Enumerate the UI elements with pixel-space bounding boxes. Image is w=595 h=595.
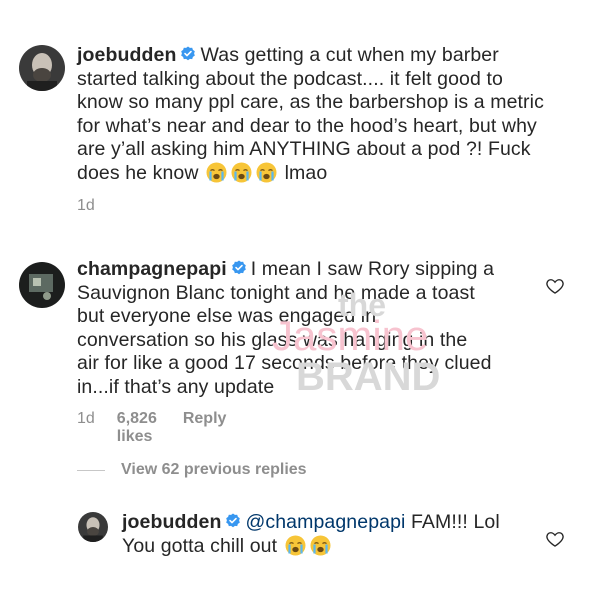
avatar-joebudden[interactable] (78, 512, 108, 542)
reply-line-1-text: FAM!!! Lol (411, 511, 500, 533)
replies-divider-line (77, 469, 105, 471)
comment-line-3: but everyone else was engaged in (77, 305, 377, 327)
comment-text: champagnepapi I mean I saw Rory sipping a… (77, 258, 537, 399)
view-replies-label: View 62 previous replies (121, 461, 307, 478)
crying-face-emoji (206, 162, 227, 183)
comment-meta: 1d 6,826 likes Reply (77, 410, 226, 446)
comment-timestamp[interactable]: 1d (77, 410, 95, 446)
comment-line-6: in...if that’s any update (77, 375, 275, 398)
avatar-image (78, 512, 108, 542)
caption-line-5: are y’all asking him ANYTHING about a po… (77, 138, 531, 160)
avatar-image (19, 45, 65, 91)
crying-face-emoji (231, 162, 252, 183)
heart-outline-icon[interactable] (545, 529, 565, 549)
crying-face-emoji (256, 162, 277, 183)
view-replies-button[interactable]: View 62 previous replies (77, 461, 307, 479)
verified-badge-icon (180, 46, 196, 62)
avatar-champagnepapi[interactable] (19, 262, 65, 308)
comment-line-2: Sauvignon Blanc tonight and he made a to… (77, 281, 475, 304)
caption-timestamp[interactable]: 1d (77, 197, 95, 215)
verified-badge-icon (225, 513, 241, 529)
caption-username[interactable]: joebudden (77, 44, 176, 66)
caption-line-1: Was getting a cut when my barber (200, 44, 499, 66)
crying-face-emoji (310, 535, 331, 556)
caption-line-6-prefix: does he know (77, 161, 199, 184)
avatar-image (19, 262, 65, 308)
caption-line-3: know so many ppl care, as the barbershop… (77, 91, 544, 113)
comment-line-5: air for like a good 17 seconds before th… (77, 352, 492, 374)
reply-button[interactable]: Reply (183, 410, 227, 446)
comment-line-4: conversation so his glass was hanging in… (77, 328, 468, 351)
caption-line-2: started talking about the podcast.... it… (77, 67, 503, 90)
caption-line-4: for what’s near and dear to the hood’s h… (77, 114, 537, 137)
caption-text: joebudden Was getting a cut when my barbe… (77, 44, 587, 185)
verified-badge-icon (231, 260, 247, 276)
comment-likes[interactable]: 6,826 likes (117, 410, 157, 446)
caption-line-6-suffix: lmao (284, 161, 328, 184)
avatar-joebudden[interactable] (19, 45, 65, 91)
reply-username[interactable]: joebudden (122, 511, 221, 533)
reply-line-2: You gotta chill out (122, 534, 278, 557)
comment-username[interactable]: champagnepapi (77, 258, 227, 280)
heart-outline-icon[interactable] (545, 276, 565, 296)
comment-line-1: I mean I saw Rory sipping a (250, 258, 495, 280)
caption-meta: 1d (77, 197, 95, 215)
crying-face-emoji (285, 535, 306, 556)
reply-text: joebudden @champagnepapi FAM!!! Lol You g… (122, 511, 542, 558)
mention-link[interactable]: @champagnepapi (245, 511, 405, 533)
